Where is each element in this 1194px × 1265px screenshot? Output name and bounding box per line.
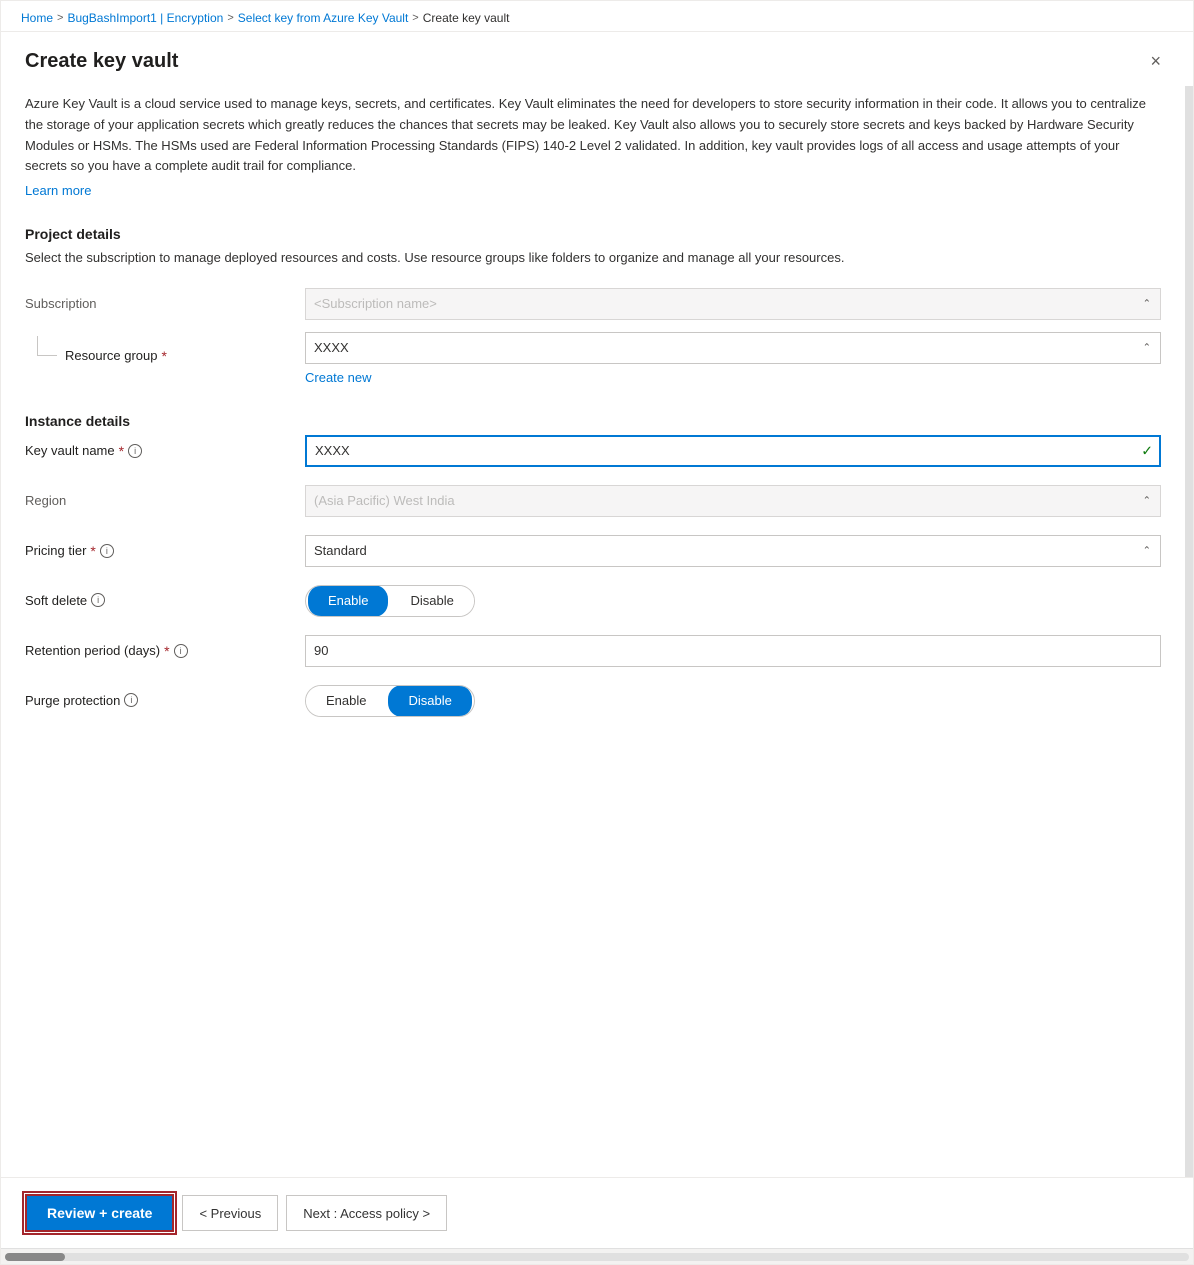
retention-period-input[interactable] <box>305 635 1161 667</box>
soft-delete-disable-button[interactable]: Disable <box>390 585 473 617</box>
pricing-tier-required: * <box>90 543 95 559</box>
pricing-tier-label: Pricing tier * i <box>25 543 305 559</box>
soft-delete-label: Soft delete i <box>25 593 305 608</box>
learn-more-link[interactable]: Learn more <box>25 183 91 198</box>
scrollbar-track <box>5 1253 1189 1261</box>
resource-group-label: Resource group <box>65 348 158 363</box>
breadcrumb-sep-2: > <box>227 12 233 24</box>
purge-protection-disable-button[interactable]: Disable <box>388 685 471 717</box>
subscription-select-wrapper: <Subscription name> ⌃ <box>305 288 1161 320</box>
panel-header: Create key vault × <box>1 32 1193 86</box>
retention-period-info-icon[interactable]: i <box>174 644 188 658</box>
description-text: Azure Key Vault is a cloud service used … <box>25 94 1161 177</box>
breadcrumb-encryption[interactable]: BugBashImport1 | Encryption <box>67 11 223 25</box>
panel-content: Azure Key Vault is a cloud service used … <box>1 86 1193 1177</box>
horizontal-scrollbar[interactable] <box>1 1248 1193 1264</box>
resource-group-select-wrapper: XXXX ⌃ <box>305 332 1161 364</box>
resource-group-indent: Resource group * <box>25 332 305 364</box>
instance-details-title: Instance details <box>25 413 1161 429</box>
breadcrumb-sep-1: > <box>57 12 63 24</box>
project-details-desc: Select the subscription to manage deploy… <box>25 248 1161 268</box>
project-details-title: Project details <box>25 226 1161 242</box>
key-vault-name-required: * <box>119 443 124 459</box>
soft-delete-enable-button[interactable]: Enable <box>308 585 388 617</box>
create-new-link[interactable]: Create new <box>305 370 371 385</box>
purge-protection-row: Purge protection i Enable Disable <box>25 685 1161 717</box>
close-button[interactable]: × <box>1142 48 1169 74</box>
scrollbar-thumb <box>5 1253 65 1261</box>
retention-period-label: Retention period (days) * i <box>25 643 305 659</box>
review-create-button[interactable]: Review + create <box>25 1194 174 1232</box>
retention-period-row: Retention period (days) * i <box>25 635 1161 667</box>
breadcrumb-sep-3: > <box>412 12 418 24</box>
key-vault-name-input-wrapper: ✓ <box>305 435 1161 467</box>
pricing-tier-info-icon[interactable]: i <box>100 544 114 558</box>
resource-group-control: XXXX ⌃ Create new <box>305 332 1161 385</box>
resource-group-required: * <box>162 348 167 364</box>
breadcrumb-current: Create key vault <box>423 11 510 25</box>
pricing-tier-select-wrapper: Standard Premium ⌃ <box>305 535 1161 567</box>
region-select[interactable]: (Asia Pacific) West India <box>305 485 1161 517</box>
subscription-label: Subscription <box>25 296 97 311</box>
region-label: Region <box>25 493 305 508</box>
breadcrumb-home[interactable]: Home <box>21 11 53 25</box>
purge-protection-enable-button[interactable]: Enable <box>306 685 386 717</box>
key-vault-name-row: Key vault name * i ✓ <box>25 435 1161 467</box>
pricing-tier-row: Pricing tier * i Standard Premium ⌃ <box>25 535 1161 567</box>
soft-delete-row: Soft delete i Enable Disable <box>25 585 1161 617</box>
page-title: Create key vault <box>25 50 178 73</box>
region-row: Region (Asia Pacific) West India ⌃ <box>25 485 1161 517</box>
instance-details-section: Instance details Key vault name * i ✓ <box>25 413 1161 717</box>
breadcrumb: Home > BugBashImport1 | Encryption > Sel… <box>1 1 1193 32</box>
key-vault-name-valid-icon: ✓ <box>1141 442 1153 459</box>
key-vault-name-info-icon[interactable]: i <box>128 444 142 458</box>
previous-button[interactable]: < Previous <box>182 1195 278 1231</box>
retention-period-required: * <box>164 643 169 659</box>
region-select-wrapper: (Asia Pacific) West India ⌃ <box>305 485 1161 517</box>
subscription-group: Subscription <Subscription name> ⌃ <box>25 288 1161 385</box>
panel-footer: Review + create < Previous Next : Access… <box>1 1177 1193 1248</box>
breadcrumb-select-key[interactable]: Select key from Azure Key Vault <box>238 11 409 25</box>
resource-group-select[interactable]: XXXX <box>305 332 1161 364</box>
soft-delete-toggle-group: Enable Disable <box>305 585 475 617</box>
key-vault-name-input[interactable] <box>305 435 1161 467</box>
subscription-select[interactable]: <Subscription name> <box>305 288 1161 320</box>
purge-protection-label: Purge protection i <box>25 693 305 708</box>
purge-protection-toggle-group: Enable Disable <box>305 685 475 717</box>
key-vault-name-label: Key vault name * i <box>25 443 305 459</box>
pricing-tier-select[interactable]: Standard Premium <box>305 535 1161 567</box>
purge-protection-info-icon[interactable]: i <box>124 693 138 707</box>
indent-line <box>37 336 57 356</box>
soft-delete-info-icon[interactable]: i <box>91 593 105 607</box>
next-button[interactable]: Next : Access policy > <box>286 1195 447 1231</box>
